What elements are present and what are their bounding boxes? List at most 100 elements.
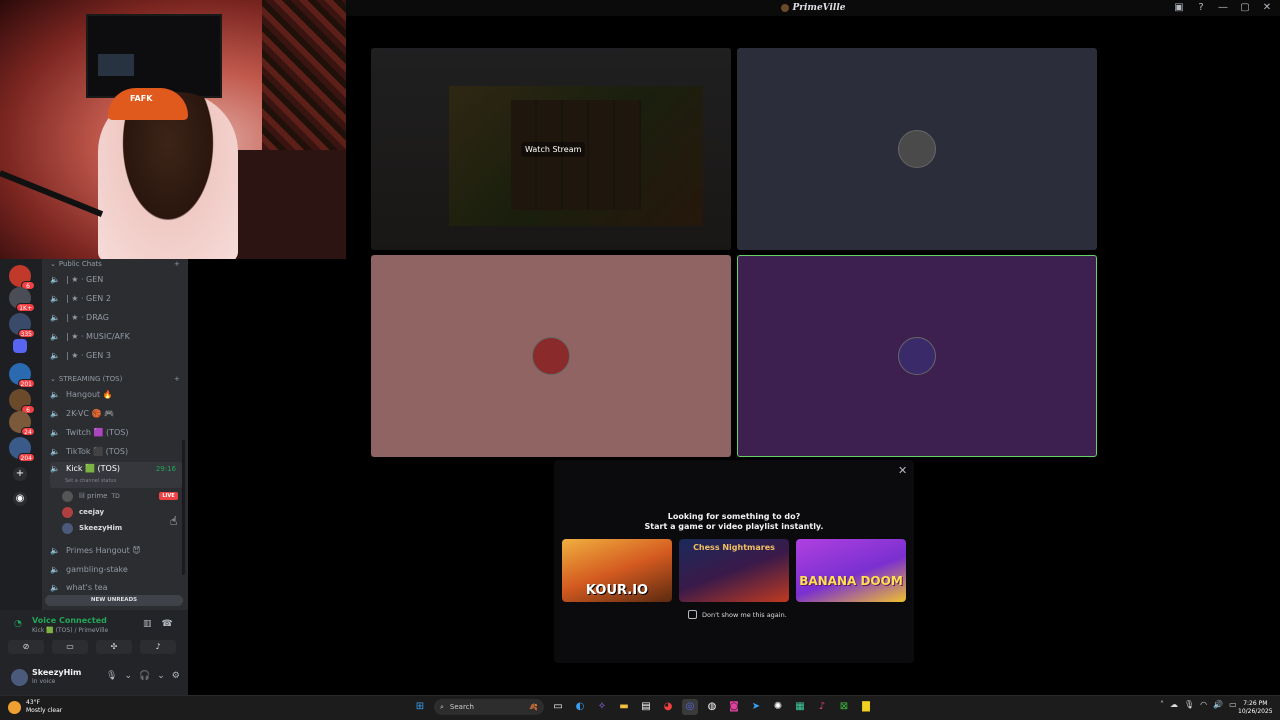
server-icon[interactable]: 6 — [9, 389, 35, 414]
category-public-chats[interactable]: ⌄ Public Chats + — [50, 260, 180, 268]
wifi-icon[interactable]: ◠ — [1200, 700, 1207, 709]
signal-icon: ◔ — [14, 619, 22, 629]
task-view-icon[interactable]: ▭ — [550, 699, 566, 715]
voice-member[interactable]: SkeezyHim — [62, 521, 122, 535]
instagram-icon[interactable]: ◙ — [726, 699, 742, 715]
voice-channel-twitch[interactable]: 🔈 Twitch 🟪 (TOS) — [50, 424, 182, 440]
minimize-button[interactable]: — — [1216, 1, 1230, 15]
chevron-down-icon[interactable]: ⌄ — [157, 671, 165, 681]
checkbox[interactable] — [688, 610, 697, 619]
chatgpt-icon[interactable]: ✺ — [770, 699, 786, 715]
avatar — [532, 337, 570, 375]
copilot-icon[interactable]: ✧ — [594, 699, 610, 715]
speaker-icon: 🔈 — [50, 293, 60, 303]
microphone-icon[interactable]: 🎙 — [106, 671, 117, 681]
disconnect-icon[interactable]: ☎ — [162, 619, 173, 629]
participant-tile[interactable] — [737, 48, 1097, 250]
participant-tile-speaking[interactable] — [737, 255, 1097, 457]
edge-icon[interactable]: ◐ — [572, 699, 588, 715]
cloud-icon[interactable]: ☁ — [1170, 700, 1178, 709]
watch-stream-button[interactable]: Watch Stream — [521, 142, 586, 157]
voice-channel-kick-active[interactable]: 🔈 Kick 🟩 (TOS) 29:16 — [50, 462, 182, 488]
voice-channel-hangout[interactable]: 🔈 Hangout 🔥 — [50, 386, 182, 402]
inbox-icon[interactable]: ▣ — [1172, 1, 1186, 15]
activity-card-kour[interactable]: KOUR.IO — [562, 539, 672, 602]
server-icon[interactable]: 6 — [9, 265, 35, 290]
channel-item[interactable]: 🔈 | ★ · GEN 3 — [50, 347, 182, 363]
tiktok-icon[interactable]: ♪ — [814, 699, 830, 715]
voice-channel-2k[interactable]: 🔈 2K-VC 🏀 🎮 — [50, 405, 182, 421]
help-icon[interactable]: ? — [1194, 1, 1208, 15]
voice-location[interactable]: Kick 🟩 (TOS) / PrimeVille — [32, 627, 108, 634]
add-channel-icon[interactable]: + — [174, 260, 180, 268]
voice-connected-label[interactable]: Voice Connected — [32, 616, 107, 625]
category-streaming[interactable]: ⌄ STREAMING (TOS) + — [50, 375, 180, 383]
user-status: In voice — [32, 678, 56, 685]
close-button[interactable]: ✕ — [1260, 1, 1274, 15]
excel-icon[interactable]: ⊠ — [836, 699, 852, 715]
voice-member[interactable]: ceejay — [62, 505, 104, 519]
discover-icon[interactable]: ◉ — [13, 492, 27, 506]
stream-tile[interactable]: Watch Stream — [371, 48, 731, 250]
voice-channel-tiktok[interactable]: 🔈 TikTok ⬛ (TOS) — [50, 443, 182, 459]
weather-widget[interactable]: 43°F Mostly clear — [8, 699, 62, 715]
activity-card-chess[interactable]: Chess Nightmares — [679, 539, 789, 602]
store-icon[interactable]: ▤ — [638, 699, 654, 715]
voice-panel: ◔ Voice Connected Kick 🟩 (TOS) / PrimeVi… — [0, 610, 188, 695]
channel-item[interactable]: 🔈 | ★ · DRAG — [50, 309, 182, 325]
add-server-icon[interactable]: + — [13, 467, 27, 481]
voice-channel-primes-hangout[interactable]: 🔈 Primes Hangout 😈 — [50, 542, 182, 558]
headphones-icon[interactable]: 🎧 — [139, 671, 150, 681]
steam-icon[interactable]: ◍ — [704, 699, 720, 715]
avatar — [62, 506, 73, 518]
server-icon[interactable]: 24 — [9, 411, 35, 436]
channel-status[interactable]: Set a channel status — [65, 478, 116, 484]
server-icon[interactable]: 1K+ — [9, 287, 35, 312]
clock[interactable]: 7:26 PM 10/26/2025 — [1238, 700, 1273, 716]
server-icon[interactable]: 201 — [9, 363, 35, 388]
folder-icon[interactable] — [13, 339, 27, 353]
user-panel[interactable]: SkeezyHim In voice 🎙 ⌄ 🎧 ⌄ ⚙ — [8, 665, 184, 691]
server-icon[interactable]: 335 — [9, 313, 35, 338]
dont-show-checkbox[interactable]: Don't show me this again. — [688, 610, 787, 619]
username: SkeezyHim — [32, 668, 82, 677]
telegram-icon[interactable]: ➤ — [748, 699, 764, 715]
chrome-icon[interactable]: ◕ — [660, 699, 676, 715]
file-explorer-icon[interactable]: ▬ — [616, 699, 632, 715]
channel-item[interactable]: 🔈 | ★ · MUSIC/AFK — [50, 328, 182, 344]
avatar — [898, 337, 936, 375]
battery-icon[interactable]: ▭ — [1229, 700, 1237, 709]
screen-share-button[interactable]: ▭ — [52, 640, 88, 654]
volume-icon[interactable]: 🔊 — [1213, 700, 1223, 709]
search-box[interactable]: ⌕ Search 🍂 — [434, 699, 544, 715]
add-channel-icon[interactable]: + — [174, 375, 180, 383]
app-icon[interactable]: ▦ — [792, 699, 808, 715]
speaker-icon: 🔈 — [50, 312, 60, 322]
voice-member[interactable]: lil prime TD — [62, 489, 120, 503]
weather-icon — [8, 700, 21, 714]
new-unreads-button[interactable]: NEW UNREADS — [45, 595, 183, 606]
discord-icon[interactable]: ◎ — [682, 699, 698, 715]
wall-poster — [262, 0, 346, 150]
noise-suppression-icon[interactable]: ▥ — [143, 619, 152, 629]
camera-off-button[interactable]: ⊘ — [8, 640, 44, 654]
close-icon[interactable]: ✕ — [898, 464, 907, 477]
chevron-up-icon[interactable]: ˄ — [1160, 700, 1164, 709]
activities-button[interactable]: ✣ — [96, 640, 132, 654]
activity-card-banana-doom[interactable]: BANANA DOOM — [796, 539, 906, 602]
soundboard-button[interactable]: ♪ — [140, 640, 176, 654]
server-icon[interactable]: 204 — [9, 437, 35, 462]
channel-scrollbar[interactable] — [182, 440, 185, 575]
chevron-down-icon[interactable]: ⌄ — [124, 671, 132, 681]
speaker-icon: 🔈 — [50, 331, 60, 341]
voice-channel-whats-tea[interactable]: 🔈 what's tea — [50, 580, 182, 594]
microphone-icon[interactable]: 🎙 — [1184, 700, 1194, 709]
sticky-notes-icon[interactable]: ▇ — [858, 699, 874, 715]
start-icon[interactable]: ⊞ — [412, 699, 428, 715]
gear-icon[interactable]: ⚙ — [172, 671, 180, 681]
channel-item[interactable]: 🔈 | ★ · GEN — [50, 271, 182, 287]
channel-item[interactable]: 🔈 | ★ · GEN 2 — [50, 290, 182, 306]
maximize-button[interactable]: ▢ — [1238, 1, 1252, 15]
participant-tile[interactable] — [371, 255, 731, 457]
voice-channel-gambling[interactable]: 🔈 gambling-stake — [50, 561, 182, 577]
